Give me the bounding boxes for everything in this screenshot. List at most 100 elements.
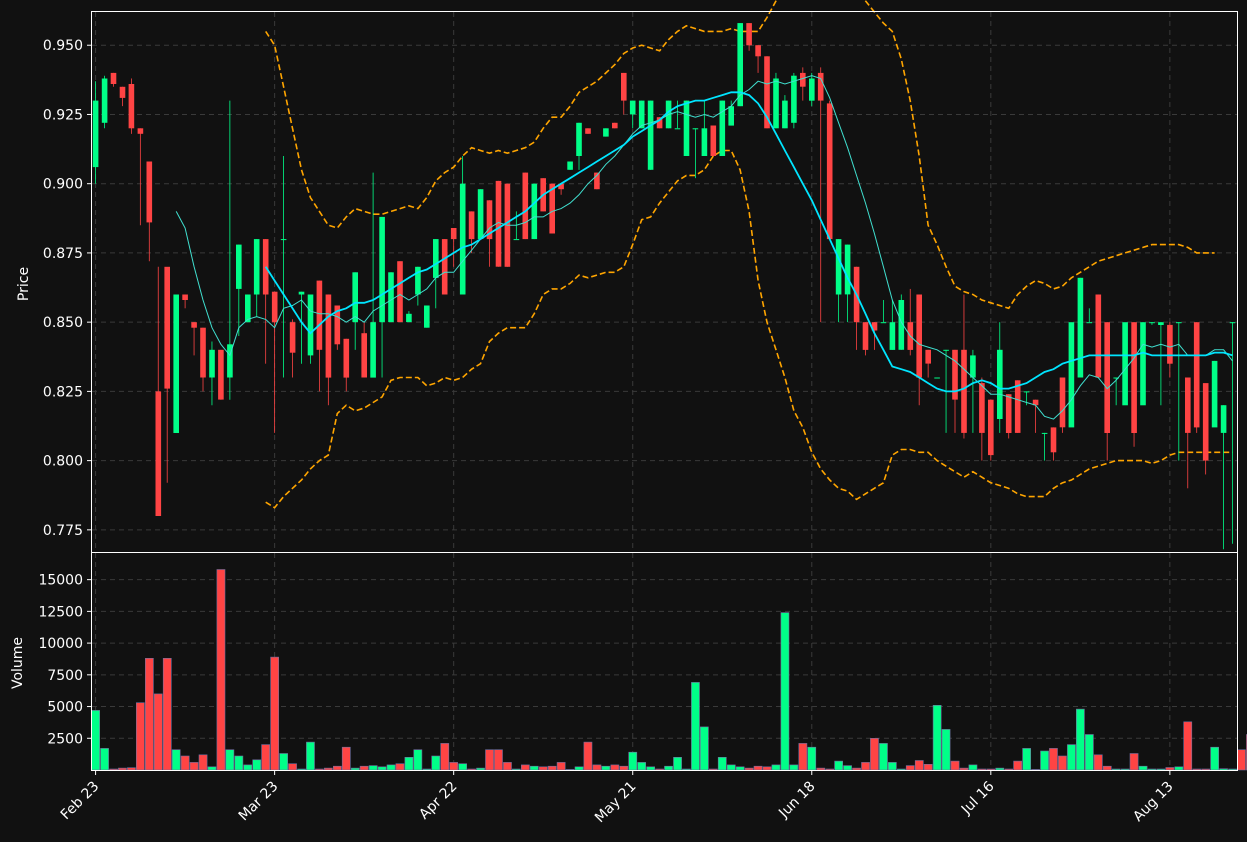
candle-body <box>809 78 815 101</box>
volume-bar <box>207 766 217 771</box>
candle-body <box>862 322 869 350</box>
candle-body <box>629 100 636 115</box>
candle-body <box>1122 322 1128 406</box>
volume-bar <box>789 764 799 771</box>
candle-body <box>253 239 260 295</box>
volume-bar <box>691 682 700 771</box>
volume-bar <box>386 764 396 771</box>
volume-bar <box>923 763 933 771</box>
volume-bar <box>896 768 906 771</box>
volume-bar <box>225 749 235 771</box>
candle-body <box>791 75 797 123</box>
candle-body <box>307 294 314 356</box>
volume-bar <box>547 765 557 771</box>
candle-body <box>450 228 457 240</box>
volume-bar <box>1165 767 1175 771</box>
volume-bar <box>699 726 709 771</box>
volume-tick-label: 5000 <box>47 700 83 716</box>
volume-bar <box>753 765 763 771</box>
volume-bar <box>565 769 575 771</box>
candle-body <box>800 72 806 87</box>
volume-bar <box>118 767 127 771</box>
volume-bar <box>843 765 852 771</box>
candle-body <box>880 322 887 324</box>
candle-body <box>755 45 761 57</box>
volume-bar <box>1147 768 1157 771</box>
candle-body <box>746 23 752 46</box>
volume-bar <box>905 765 915 771</box>
candle-body <box>567 161 573 170</box>
volume-bar <box>1022 748 1031 771</box>
volume-bar <box>861 762 870 771</box>
volume-bar <box>127 767 136 771</box>
volume-bar <box>879 743 888 771</box>
volume-bar <box>216 569 226 771</box>
volume-bar <box>1201 768 1210 771</box>
volume-bar <box>852 767 861 771</box>
candle-body <box>352 272 358 323</box>
volume-bar <box>1004 768 1014 771</box>
volume-bar <box>986 768 996 771</box>
volume-bar <box>494 749 503 771</box>
volume-bar <box>977 768 987 771</box>
volume-bar <box>583 741 593 771</box>
candle-body <box>826 103 833 240</box>
volume-bar <box>1228 768 1237 771</box>
candle-body <box>173 294 179 433</box>
candle-body <box>773 78 779 129</box>
volume-bar <box>404 756 414 771</box>
candle-body <box>191 322 197 328</box>
volume-bar <box>1138 765 1148 771</box>
candle-body <box>1176 322 1182 324</box>
volume-bar <box>243 764 253 771</box>
volume-bar <box>574 766 584 771</box>
volume-bar <box>556 762 566 771</box>
candle-body <box>218 349 224 400</box>
volume-bar <box>932 704 942 771</box>
volume-bar <box>422 768 432 771</box>
volume-bar <box>145 657 154 771</box>
volume-bar <box>807 746 817 771</box>
candle-body <box>576 122 582 156</box>
volume-tick-label: 2500 <box>47 731 83 747</box>
volume-bar <box>476 767 485 771</box>
volume-bar <box>968 764 978 771</box>
candle-body <box>245 294 251 323</box>
candle-body <box>1086 322 1093 324</box>
price-tick-label: 0.950 <box>43 38 83 54</box>
candle-body <box>1014 380 1021 433</box>
volume-bar <box>511 768 521 771</box>
volume-bar <box>1210 746 1219 771</box>
volume-bar <box>153 693 163 771</box>
candle-body <box>119 86 126 98</box>
candle-body <box>710 125 717 156</box>
volume-axis-title: Volume <box>10 637 26 689</box>
candle-body <box>621 72 627 101</box>
candle-body <box>1077 277 1084 378</box>
volume-bar <box>870 737 879 771</box>
volume-bar <box>538 766 548 771</box>
volume-bar <box>458 763 468 771</box>
volume-bar <box>628 751 638 771</box>
volume-bar <box>780 612 790 771</box>
candle-body <box>1158 322 1164 325</box>
volume-bar <box>1192 768 1202 771</box>
volume-bar <box>655 768 664 771</box>
volume-bar <box>1129 753 1139 771</box>
candle-body <box>316 280 323 350</box>
volume-bar <box>619 765 629 771</box>
candle-body <box>961 349 967 433</box>
candle-body <box>522 172 529 240</box>
volume-bar <box>798 743 808 771</box>
volume-bar <box>189 762 199 771</box>
candle-body <box>701 128 708 156</box>
volume-tick-label: 15000 <box>38 573 83 589</box>
volume-bar <box>646 766 655 771</box>
volume-bar <box>297 768 306 771</box>
candle-body <box>728 106 734 126</box>
candle-body <box>388 272 394 323</box>
candle-body <box>182 294 188 300</box>
candle-body <box>209 349 215 378</box>
volume-bar <box>279 753 289 771</box>
candle-body <box>844 244 851 295</box>
